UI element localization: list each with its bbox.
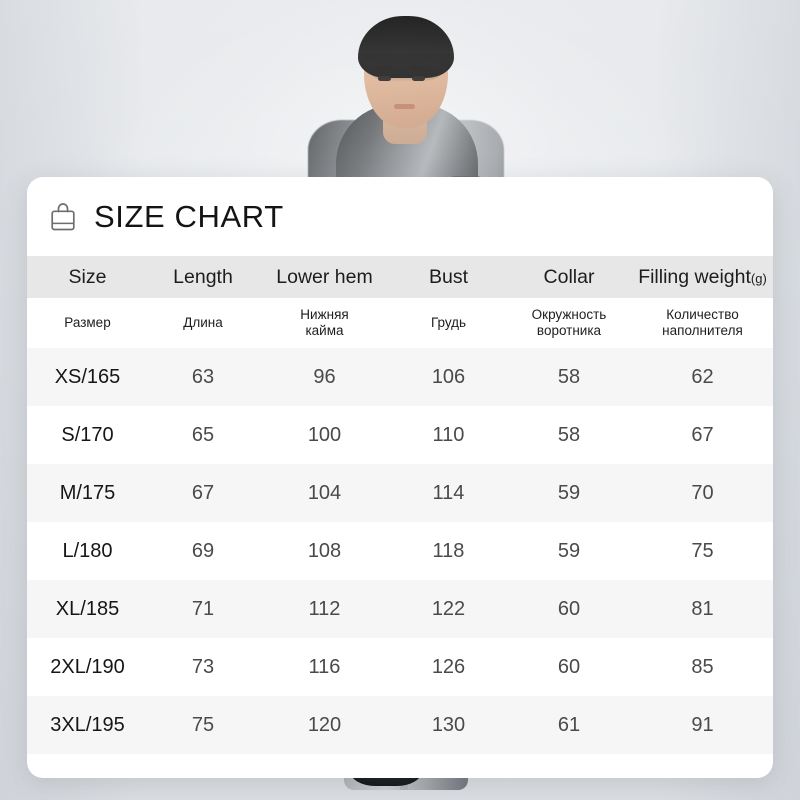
column-header-collar: Collar: [543, 265, 595, 288]
cell-filling-weight: 91: [691, 713, 714, 736]
table-header-row-russian: Размер Длина Нижняя кайма Грудь Окружност…: [27, 298, 773, 348]
cell-collar: 61: [557, 713, 581, 736]
cell-lower-hem: 112: [308, 597, 341, 620]
cell-size: XL/185: [55, 597, 120, 620]
cell-collar: 60: [557, 655, 581, 678]
cell-bust: 118: [432, 539, 465, 562]
table-row: 3XL/195 75 120 130 61 91: [27, 696, 773, 754]
cell-length: 73: [191, 655, 215, 678]
table-header-row-english: Size Length Lower hem Bust Collar Fillin…: [27, 256, 773, 298]
cell-bust: 126: [431, 655, 466, 678]
cell-length: 75: [191, 713, 215, 736]
cell-filling-weight: 62: [691, 365, 714, 388]
column-subheader-size-ru: Размер: [64, 314, 111, 330]
column-subheader-bust-ru: Грудь: [430, 314, 467, 330]
cell-lower-hem: 96: [313, 365, 336, 388]
size-chart-card: SIZE CHART Size Length Lower hem Bust Co…: [27, 177, 773, 778]
cell-length: 65: [191, 423, 215, 446]
screenshot-root: SIZE CHART Size Length Lower hem Bust Co…: [0, 0, 800, 800]
table-row: 2XL/190 73 116 126 60 85: [27, 638, 773, 696]
column-subheader-filling-weight-ru: Количество наполнителя: [662, 306, 743, 338]
cell-length: 67: [191, 481, 215, 504]
cell-filling-weight: 67: [691, 423, 714, 446]
column-subheader-length-ru: Длина: [183, 314, 223, 330]
column-header-size: Size: [68, 265, 107, 288]
cell-length: 69: [191, 539, 215, 562]
table-row: S/170 65 100 110 58 67: [27, 406, 773, 464]
size-chart-table: Size Length Lower hem Bust Collar Fillin…: [27, 256, 773, 754]
cell-filling-weight: 81: [691, 597, 714, 620]
cell-length: 71: [191, 597, 215, 620]
table-row: L/180 69 108 118 59 75: [27, 522, 773, 580]
column-header-filling-weight-label: Filling weight: [638, 265, 751, 288]
table-body: XS/165 63 96 106 58 62 S/170 65 100 110 58 67 M/175 6…: [27, 348, 773, 754]
cell-size: 2XL/190: [50, 655, 125, 678]
column-header-filling-weight: Filling weight(g): [632, 256, 773, 298]
cell-lower-hem: 116: [308, 655, 341, 678]
cell-length: 63: [191, 365, 215, 388]
cell-bust: 122: [431, 597, 466, 620]
shopping-bag-icon: [51, 202, 75, 230]
cell-size: XS/165: [54, 365, 121, 388]
filling-weight-unit: (g): [750, 270, 767, 286]
column-header-lower-hem: Lower hem: [276, 265, 373, 288]
table-row: M/175 67 104 114 59 70: [27, 464, 773, 522]
cell-collar: 58: [557, 423, 581, 446]
page-title: SIZE CHART: [94, 199, 284, 234]
cell-bust: 110: [432, 423, 465, 446]
cell-bust: 130: [431, 713, 466, 736]
table-row: XS/165 63 96 106 58 62: [27, 348, 773, 406]
cell-filling-weight: 85: [691, 655, 714, 678]
cell-filling-weight: 70: [691, 481, 714, 504]
cell-lower-hem: 100: [307, 423, 342, 446]
cell-lower-hem: 120: [307, 713, 342, 736]
cell-size: M/175: [59, 481, 116, 504]
cell-lower-hem: 108: [307, 539, 342, 562]
column-subheader-collar-ru: Окружность воротника: [531, 306, 607, 338]
column-subheader-lower-hem-ru: Нижняя кайма: [300, 306, 349, 338]
cell-filling-weight: 75: [691, 539, 714, 562]
cell-size: L/180: [62, 539, 113, 562]
cell-collar: 60: [557, 597, 581, 620]
table-row: XL/185 71 112 122 60 81: [27, 580, 773, 638]
column-header-bust: Bust: [428, 265, 469, 288]
cell-collar: 59: [557, 481, 581, 504]
cell-bust: 114: [432, 481, 465, 504]
cell-bust: 106: [431, 365, 466, 388]
cell-size: 3XL/195: [50, 713, 125, 736]
column-header-length: Length: [173, 265, 233, 288]
cell-collar: 59: [557, 539, 581, 562]
cell-size: S/170: [61, 423, 114, 446]
cell-collar: 58: [557, 365, 581, 388]
cell-lower-hem: 104: [307, 481, 342, 504]
card-title-bar: SIZE CHART: [27, 177, 773, 256]
